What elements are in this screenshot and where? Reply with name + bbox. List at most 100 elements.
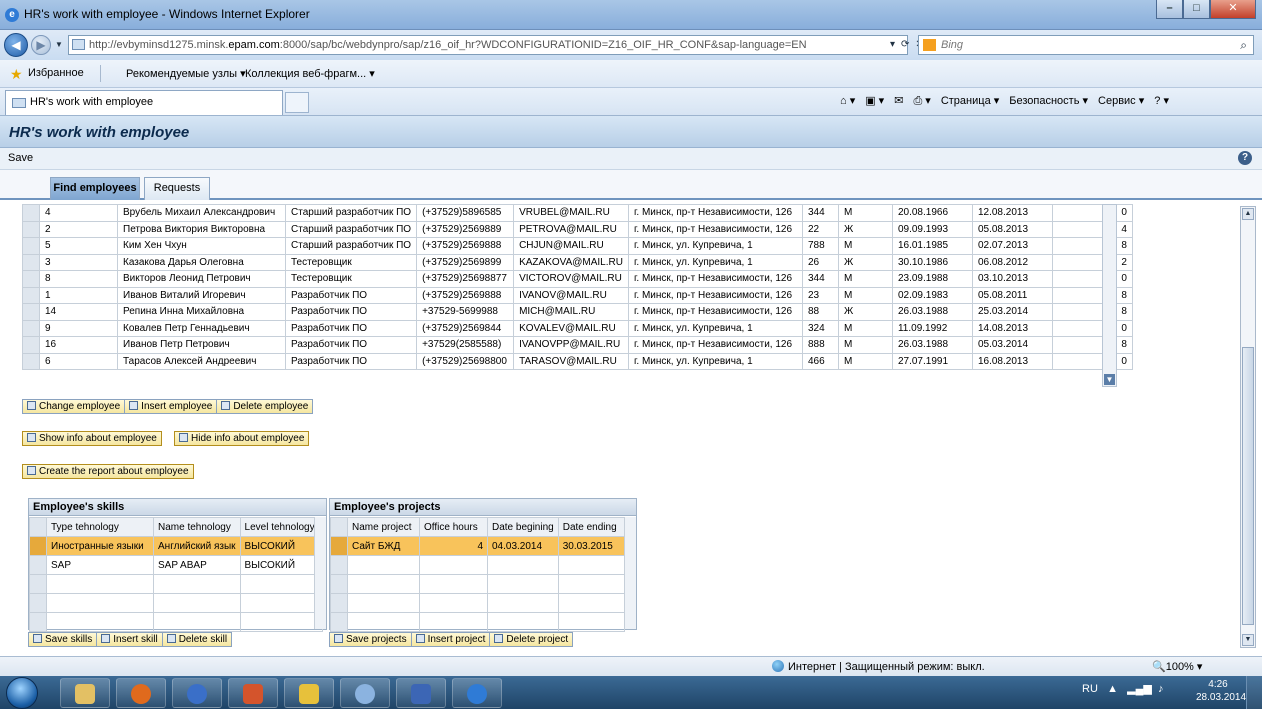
- table-row[interactable]: 8 Викторов Леонид Петрович Тестеровщик (+37…: [22, 270, 1133, 288]
- start-button[interactable]: [6, 677, 38, 709]
- scroll-down-arrow-icon[interactable]: ▼: [1242, 634, 1254, 646]
- row-selector[interactable]: [22, 204, 40, 222]
- suggested-sites-link[interactable]: Рекомендуемые узлы ▾: [126, 67, 246, 80]
- taskbar-paint[interactable]: [340, 678, 390, 708]
- delete-employee-button[interactable]: Delete employee: [217, 400, 313, 413]
- change-employee-button[interactable]: Change employee: [23, 400, 126, 413]
- safety-menu[interactable]: Безопасность ▾: [1009, 94, 1088, 108]
- table-row[interactable]: 3 Казакова Дарья Олеговна Тестеровщик (+375…: [22, 253, 1133, 271]
- select-all-cell[interactable]: [29, 517, 47, 537]
- table-row[interactable]: [330, 612, 625, 632]
- table-row[interactable]: [330, 593, 625, 613]
- row-selector[interactable]: [29, 612, 47, 632]
- url-field[interactable]: http://evbyminsd1275.minsk.epam.com:8000…: [68, 35, 908, 55]
- scroll-down-arrow-icon[interactable]: ▼: [1104, 374, 1115, 385]
- column-header[interactable]: Date ending: [557, 517, 625, 537]
- table-row[interactable]: [29, 612, 323, 632]
- clock[interactable]: 4:26 28.03.2014: [1196, 678, 1246, 704]
- row-selector[interactable]: [22, 303, 40, 321]
- volume-icon[interactable]: ♪: [1155, 683, 1164, 695]
- insert-employee-button[interactable]: Insert employee: [125, 400, 218, 413]
- taskbar-app[interactable]: [172, 678, 222, 708]
- signal-icon[interactable]: ▂▄▆: [1127, 683, 1152, 695]
- minimize-button[interactable]: –: [1156, 0, 1183, 19]
- column-header[interactable]: Level tehnology: [239, 517, 323, 537]
- delete-skill-button[interactable]: Delete skill: [162, 633, 232, 646]
- table-row[interactable]: Иностранные языки Английский язык ВЫСОКИЙ: [29, 536, 323, 556]
- close-window-button[interactable]: ✕: [1210, 0, 1256, 19]
- table-row[interactable]: 2 Петрова Виктория Викторовна Старший разр…: [22, 220, 1133, 238]
- show-desktop-button[interactable]: [1246, 676, 1262, 709]
- column-header[interactable]: Name tehnology: [153, 517, 241, 537]
- skills-scrollbar[interactable]: [314, 517, 326, 629]
- zoom-level[interactable]: 🔍100% ▾: [1152, 660, 1202, 673]
- home-icon[interactable]: ⌂ ▾: [840, 94, 855, 108]
- table-row[interactable]: [29, 574, 323, 594]
- column-header[interactable]: Date begining: [487, 517, 559, 537]
- search-icon[interactable]: ⌕: [1240, 36, 1247, 54]
- scroll-up-arrow-icon[interactable]: ▲: [1242, 208, 1254, 220]
- table-row[interactable]: [29, 593, 323, 613]
- save-projects-button[interactable]: Save projects: [330, 633, 412, 646]
- feeds-icon[interactable]: ▣ ▾: [865, 94, 884, 108]
- help-icon[interactable]: ? ▾: [1154, 94, 1169, 108]
- column-header[interactable]: Type tehnology: [46, 517, 154, 537]
- row-selector[interactable]: [22, 352, 40, 370]
- taskbar-word[interactable]: [396, 678, 446, 708]
- help-icon[interactable]: ?: [1238, 151, 1252, 165]
- row-selector[interactable]: [22, 270, 40, 288]
- table-row[interactable]: 14 Репина Инна Михайловна Разработчик ПО +3…: [22, 303, 1133, 321]
- row-selector[interactable]: [330, 574, 348, 594]
- projects-scrollbar[interactable]: [624, 517, 636, 629]
- tab-requests[interactable]: Requests: [144, 177, 210, 200]
- table-row[interactable]: [330, 574, 625, 594]
- delete-project-button[interactable]: Delete project: [490, 633, 573, 646]
- history-dropdown-icon[interactable]: ▼: [55, 40, 63, 49]
- table-row[interactable]: 5 Ким Хен Чхун Старший разработчик ПО (+375…: [22, 237, 1133, 255]
- table-row[interactable]: 9 Ковалев Петр Геннадьевич Разработчик ПО(…: [22, 319, 1133, 337]
- maximize-button[interactable]: □: [1183, 0, 1210, 19]
- save-skills-button[interactable]: Save skills: [29, 633, 98, 646]
- row-selector[interactable]: [22, 220, 40, 238]
- table-row[interactable]: 6 Тарасов Алексей Андреевич Разработчик ПО…: [22, 352, 1133, 370]
- print-icon[interactable]: ⎙ ▾: [913, 94, 930, 108]
- taskbar-notes[interactable]: [284, 678, 334, 708]
- search-field[interactable]: Bing ⌕: [918, 35, 1254, 55]
- forward-button[interactable]: ▶: [31, 35, 51, 55]
- taskbar-presentation[interactable]: [228, 678, 278, 708]
- select-all-cell[interactable]: [330, 517, 348, 537]
- insert-skill-button[interactable]: Insert skill: [97, 633, 163, 646]
- browser-tab[interactable]: HR's work with employee: [5, 90, 283, 115]
- table-scrollbar[interactable]: ▼: [1102, 204, 1117, 387]
- save-button[interactable]: Save: [8, 152, 33, 164]
- create-report-button[interactable]: Create the report about employee: [22, 464, 194, 479]
- row-selector[interactable]: [29, 536, 47, 556]
- language-indicator[interactable]: RU: [1082, 683, 1098, 695]
- row-selector[interactable]: [22, 286, 40, 304]
- new-tab-button[interactable]: [285, 92, 309, 113]
- row-selector[interactable]: [22, 319, 40, 337]
- row-selector[interactable]: [22, 253, 40, 271]
- hide-info-button[interactable]: Hide info about employee: [174, 431, 310, 446]
- row-selector[interactable]: [29, 574, 47, 594]
- column-header[interactable]: Name project: [347, 517, 420, 537]
- taskbar-explorer[interactable]: [60, 678, 110, 708]
- table-row[interactable]: 4 Врубель Михаил Александрович Старший раз…: [22, 204, 1133, 222]
- tools-menu[interactable]: Сервис ▾: [1098, 94, 1144, 108]
- mail-icon[interactable]: ✉: [894, 94, 903, 108]
- table-row[interactable]: Сайт БЖД 4 04.03.2014 30.03.2015: [330, 536, 625, 556]
- security-zone[interactable]: Интернет | Защищенный режим: выкл.: [772, 660, 985, 673]
- row-selector[interactable]: [330, 612, 348, 632]
- taskbar-firefox[interactable]: [116, 678, 166, 708]
- page-scrollbar[interactable]: ▲ ▼: [1240, 206, 1256, 648]
- table-row[interactable]: [330, 555, 625, 575]
- column-header[interactable]: Office hours: [419, 517, 488, 537]
- table-row[interactable]: SAP SAP ABAP ВЫСОКИЙ: [29, 555, 323, 575]
- table-row[interactable]: 1 Иванов Виталий Игоревич Разработчик ПО (+…: [22, 286, 1133, 304]
- tab-find-employees[interactable]: Find employees: [50, 177, 140, 200]
- favorites-button[interactable]: Избранное: [28, 67, 84, 79]
- back-button[interactable]: ◀: [4, 33, 28, 57]
- row-selector[interactable]: [330, 555, 348, 575]
- row-selector[interactable]: [330, 593, 348, 613]
- row-selector[interactable]: [29, 593, 47, 613]
